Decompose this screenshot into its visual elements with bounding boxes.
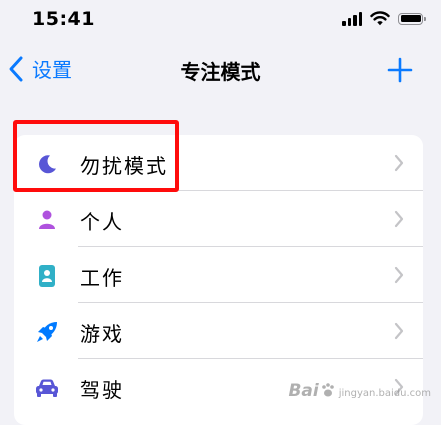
- list-item-label: 游戏: [80, 322, 124, 346]
- navigation-bar: 设置 专注模式: [0, 44, 441, 96]
- wifi-icon: [370, 11, 390, 26]
- list-item-personal[interactable]: 个人: [14, 191, 423, 247]
- battery-icon: [398, 12, 426, 25]
- list-item-label: 工作: [80, 266, 124, 290]
- plus-icon[interactable]: [387, 57, 413, 83]
- status-icons: [342, 11, 426, 26]
- chevron-right-icon: [394, 154, 404, 172]
- paw-icon: [321, 383, 334, 397]
- watermark-logo: Bai: [288, 381, 319, 401]
- chevron-right-icon: [394, 210, 404, 228]
- watermark: Bai jingyan.baidu.com: [288, 381, 431, 401]
- list-item-gaming[interactable]: 游戏: [14, 303, 423, 359]
- person-icon: [34, 207, 60, 233]
- status-time: 15:41: [32, 8, 95, 30]
- list-item-label: 个人: [80, 210, 124, 234]
- chevron-right-icon: [394, 266, 404, 284]
- status-bar: 15:41: [0, 0, 441, 40]
- watermark-url: jingyan.baidu.com: [338, 388, 431, 399]
- rocket-icon: [34, 319, 60, 345]
- list-item-label: 驾驶: [80, 378, 124, 402]
- chevron-right-icon: [394, 322, 404, 340]
- highlight-box: [13, 120, 179, 192]
- car-icon: [34, 375, 60, 401]
- id-badge-icon: [34, 263, 60, 289]
- list-item-work[interactable]: 工作: [14, 247, 423, 303]
- cellular-signal-icon: [342, 11, 362, 26]
- page-title: 专注模式: [180, 60, 261, 84]
